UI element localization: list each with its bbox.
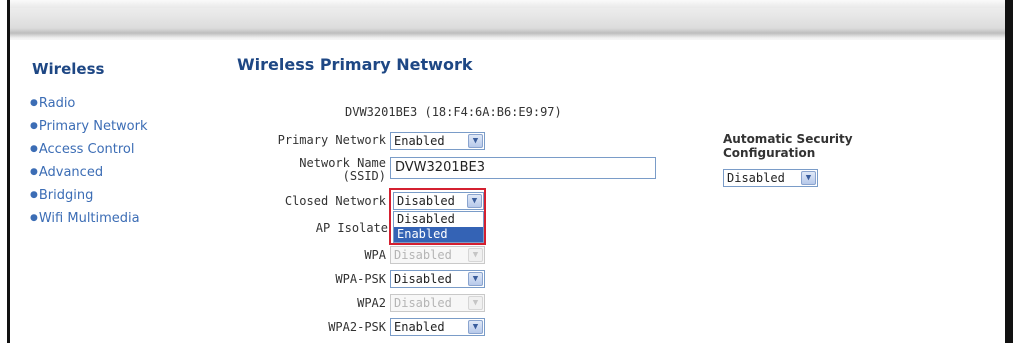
sidebar-item-bridging[interactable]: ●Bridging: [30, 188, 148, 211]
sidebar-item-label: Access Control: [38, 142, 135, 157]
ssid-input[interactable]: DVW3201BE3: [390, 157, 656, 179]
bullet-icon: ●: [30, 144, 38, 154]
chevron-down-icon: ▼: [467, 194, 482, 208]
sidebar-item-advanced[interactable]: ●Advanced: [30, 165, 148, 188]
wpa-psk-value: Disabled: [394, 272, 452, 286]
bullet-icon: ●: [30, 121, 38, 131]
sidebar-item-primary-network[interactable]: ●Primary Network: [30, 119, 148, 142]
closed-network-options: Disabled Enabled: [393, 211, 484, 243]
header-shine: [10, 0, 1005, 8]
ssid-label: Network Name (SSID): [270, 157, 386, 183]
wpa2-psk-select[interactable]: Enabled ▼: [390, 318, 485, 336]
device-id: DVW3201BE3 (18:F4:6A:B6:E9:97): [345, 105, 562, 119]
bullet-icon: ●: [30, 213, 38, 223]
window-frame-right: [1005, 0, 1013, 343]
closed-network-label: Closed Network: [284, 194, 386, 208]
chevron-down-icon: ▼: [468, 272, 483, 286]
auto-security-label-line2: Configuration: [723, 146, 816, 160]
auto-security-select[interactable]: Disabled ▼: [723, 169, 818, 187]
sidebar-item-label: Radio: [38, 96, 76, 111]
closed-network-value: Disabled: [397, 194, 455, 208]
wpa2-label: WPA2: [357, 296, 386, 310]
wpa-psk-select[interactable]: Disabled ▼: [390, 270, 485, 288]
chevron-down-icon: ▼: [468, 320, 483, 334]
sidebar-item-radio[interactable]: ●Radio: [30, 96, 148, 119]
primary-network-label: Primary Network: [277, 133, 386, 147]
wpa2-psk-label: WPA2-PSK: [328, 320, 386, 334]
page-title: Wireless Primary Network: [237, 55, 473, 74]
wpa-psk-label: WPA-PSK: [335, 272, 386, 286]
chevron-down-icon: ▼: [468, 248, 483, 262]
sidebar-item-label: Wifi Multimedia: [38, 211, 140, 226]
sidebar-item-access-control[interactable]: ●Access Control: [30, 142, 148, 165]
ap-isolate-label: AP Isolate: [315, 221, 388, 235]
sidebar-item-label: Advanced: [38, 165, 104, 180]
auto-security-label-line1: Automatic Security: [723, 132, 853, 146]
bullet-icon: ●: [30, 190, 38, 200]
wpa2-value: Disabled: [394, 296, 452, 310]
sidebar-nav: ●Radio ●Primary Network ●Access Control …: [30, 96, 148, 234]
ssid-label-line2: (SSID): [342, 169, 386, 183]
sidebar-item-wifi-multimedia[interactable]: ●Wifi Multimedia: [30, 211, 148, 234]
bullet-icon: ●: [30, 167, 38, 177]
wpa-select[interactable]: Disabled ▼: [390, 246, 485, 264]
option-disabled[interactable]: Disabled: [394, 212, 483, 227]
option-enabled[interactable]: Enabled: [394, 227, 483, 242]
primary-network-value: Enabled: [394, 134, 445, 148]
sidebar-item-label: Primary Network: [38, 119, 148, 134]
closed-network-select[interactable]: Disabled ▼: [393, 192, 484, 210]
auto-security-value: Disabled: [727, 171, 785, 185]
sidebar-item-label: Bridging: [38, 188, 94, 203]
bullet-icon: ●: [30, 98, 38, 108]
primary-network-select[interactable]: Enabled ▼: [390, 132, 485, 150]
auto-security-label: Automatic Security Configuration: [723, 132, 853, 160]
wpa-label: WPA: [364, 248, 386, 262]
chevron-down-icon: ▼: [468, 134, 483, 148]
chevron-down-icon: ▼: [801, 171, 816, 185]
sidebar-heading: Wireless: [32, 60, 105, 78]
wpa2-select[interactable]: Disabled ▼: [390, 294, 485, 312]
chevron-down-icon: ▼: [468, 296, 483, 310]
wpa2-psk-value: Enabled: [394, 320, 445, 334]
window-frame-left: [7, 0, 10, 343]
wpa-value: Disabled: [394, 248, 452, 262]
